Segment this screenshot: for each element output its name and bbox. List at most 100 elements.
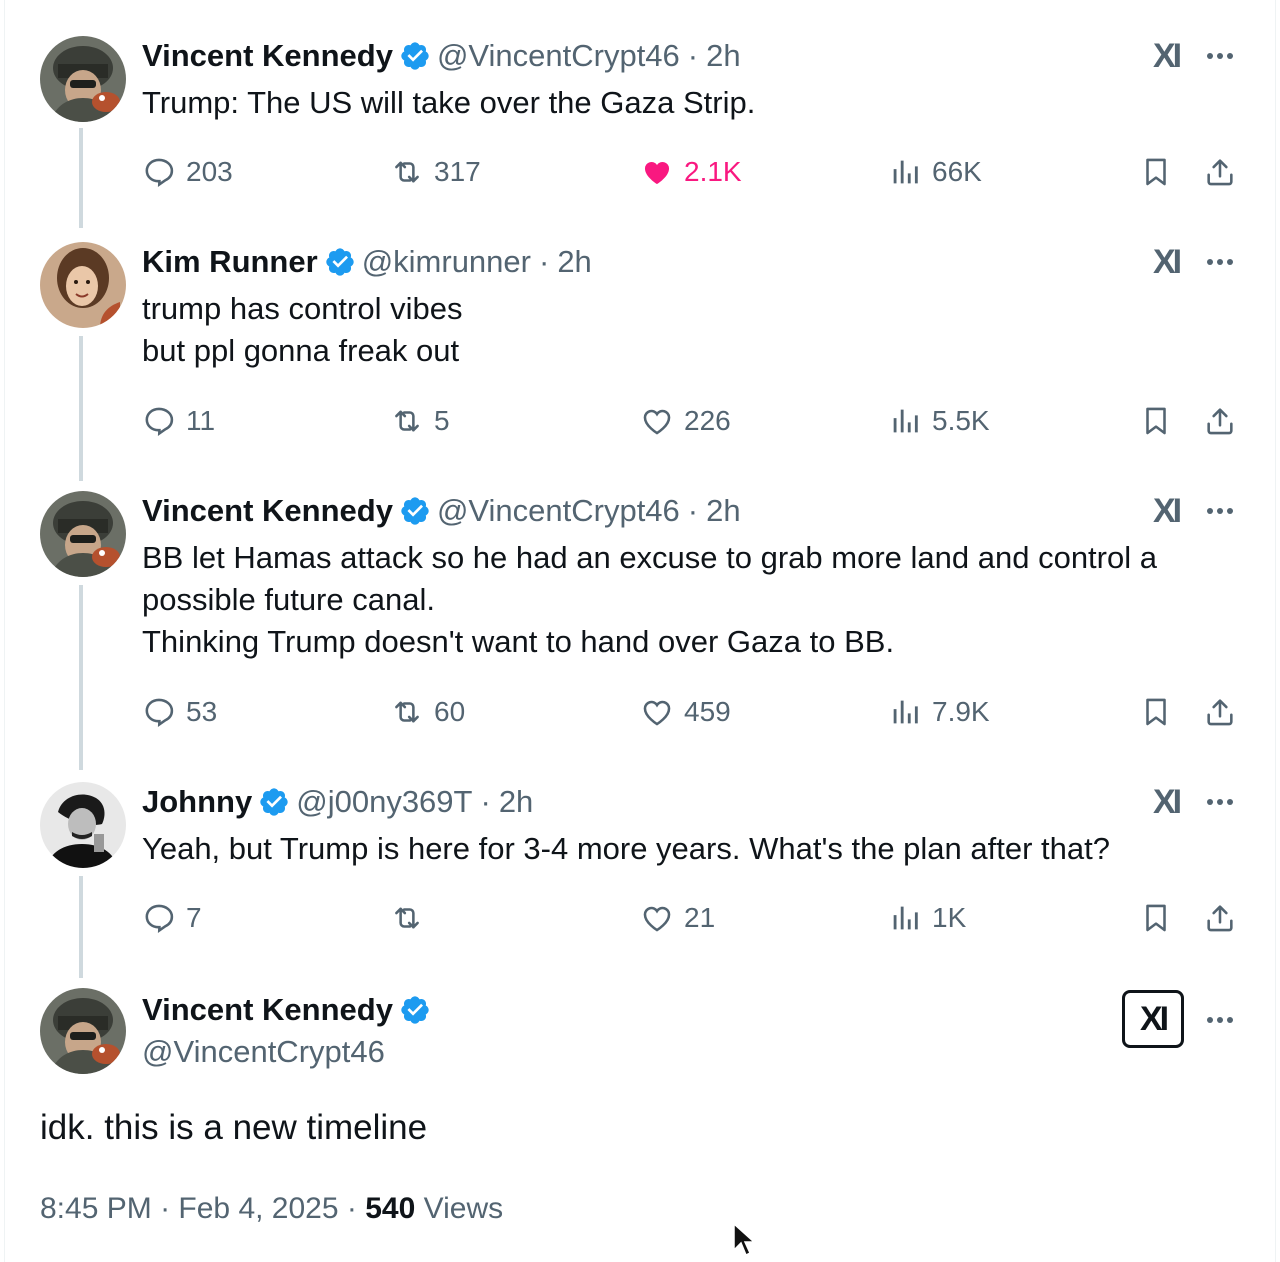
repost-count: 317 <box>434 156 481 187</box>
author-name[interactable]: Vincent Kennedy <box>142 992 393 1028</box>
separator: · <box>160 1192 171 1225</box>
more-icon[interactable] <box>1200 491 1240 531</box>
mouse-cursor-icon <box>732 1222 756 1258</box>
grok-icon[interactable]: XΙ <box>1122 990 1184 1048</box>
like-count: 226 <box>684 405 731 436</box>
avatar[interactable] <box>40 242 126 328</box>
repost-button[interactable]: 317 <box>390 152 481 192</box>
avatar[interactable] <box>40 36 126 122</box>
tweet-text: trump has control vibes but ppl gonna fr… <box>142 288 462 372</box>
tweet-text: Yeah, but Trump is here for 3-4 more yea… <box>142 828 1110 870</box>
views-button[interactable]: 1K <box>888 898 966 938</box>
avatar[interactable] <box>40 988 126 1074</box>
reply-button[interactable]: 7 <box>142 898 202 938</box>
tweet-text-line: possible future canal. <box>142 582 435 617</box>
repost-button[interactable]: 5 <box>390 401 450 441</box>
like-button[interactable]: 226 <box>640 401 731 441</box>
author-handle[interactable]: @kimrunner <box>362 244 531 280</box>
repost-icon <box>390 901 424 935</box>
author-name[interactable]: Vincent Kennedy <box>142 493 393 529</box>
more-icon[interactable] <box>1200 36 1240 76</box>
separator: · <box>687 38 699 73</box>
like-button[interactable]: 2.1K <box>640 152 742 192</box>
share-button[interactable] <box>1200 152 1240 192</box>
timestamp[interactable]: 2h <box>557 244 591 280</box>
views-button[interactable]: 7.9K <box>888 692 990 732</box>
reply-count: 7 <box>186 902 202 933</box>
bookmark-button[interactable] <box>1136 401 1176 441</box>
author-handle[interactable]: @VincentCrypt46 <box>437 38 680 74</box>
reply-button[interactable]: 53 <box>142 692 217 732</box>
repost-icon <box>390 155 424 189</box>
timestamp[interactable]: 2h <box>706 38 740 74</box>
tweet-header: Vincent Kennedy @VincentCrypt46 · 2h <box>142 36 741 76</box>
tweet-text: BB let Hamas attack so he had an excuse … <box>142 537 1157 663</box>
bookmark-button[interactable] <box>1136 898 1176 938</box>
like-button[interactable]: 21 <box>640 898 715 938</box>
bookmark-button[interactable] <box>1136 152 1176 192</box>
tweet-time[interactable]: 8:45 PM <box>40 1192 152 1225</box>
author-name[interactable]: Vincent Kennedy <box>142 38 393 74</box>
like-count: 2.1K <box>684 156 742 187</box>
repost-button[interactable] <box>390 898 434 938</box>
views-count: 540 <box>365 1192 416 1225</box>
grok-icon[interactable]: XΙ <box>1146 782 1186 822</box>
reply-button[interactable]: 11 <box>142 401 215 441</box>
bookmark-icon <box>1139 901 1173 935</box>
share-button[interactable] <box>1200 692 1240 732</box>
share-button[interactable] <box>1200 898 1240 938</box>
bookmark-icon <box>1139 404 1173 438</box>
views-label: Views <box>423 1192 504 1225</box>
reply-icon <box>142 901 176 935</box>
views-button[interactable]: 5.5K <box>888 401 990 441</box>
timestamp[interactable]: 2h <box>499 784 533 820</box>
author-handle[interactable]: @VincentCrypt46 <box>437 493 680 529</box>
thread-line <box>79 585 83 770</box>
action-bar: 203 317 2.1K 66K <box>0 152 1280 192</box>
view-count: 5.5K <box>932 405 990 436</box>
avatar[interactable] <box>40 491 126 577</box>
action-bar: 53 60 459 7.9K <box>0 692 1280 732</box>
like-count: 459 <box>684 696 731 727</box>
repost-button[interactable]: 60 <box>390 692 465 732</box>
more-icon[interactable] <box>1200 1000 1240 1040</box>
action-bar: 7 21 1K <box>0 898 1280 938</box>
share-icon <box>1203 695 1237 729</box>
author-name[interactable]: Kim Runner <box>142 244 318 280</box>
grok-icon[interactable]: XΙ <box>1146 491 1186 531</box>
tweet-text-line: but ppl gonna freak out <box>142 333 460 368</box>
reply-count: 203 <box>186 156 233 187</box>
grok-icon[interactable]: XΙ <box>1146 242 1186 282</box>
share-button[interactable] <box>1200 401 1240 441</box>
tweet-text-line: trump has control vibes <box>142 291 463 326</box>
repost-count: 60 <box>434 696 466 727</box>
bookmark-button[interactable] <box>1136 692 1176 732</box>
heart-icon <box>640 695 674 729</box>
verified-icon <box>399 495 431 527</box>
repost-icon <box>390 404 424 438</box>
like-button[interactable]: 459 <box>640 692 731 732</box>
author-handle[interactable]: @VincentCrypt46 <box>142 1034 385 1070</box>
avatar[interactable] <box>40 782 126 868</box>
reply-count: 53 <box>186 696 218 727</box>
author-handle[interactable]: @j00ny369T <box>296 784 472 820</box>
heart-filled-icon <box>640 155 674 189</box>
verified-icon <box>399 994 431 1026</box>
tweet-date[interactable]: Feb 4, 2025 <box>178 1192 338 1225</box>
tweet-header: Vincent Kennedy @VincentCrypt46 · 2h <box>142 491 741 531</box>
views-button[interactable]: 66K <box>888 152 982 192</box>
tweet-text-line: Trump: The US will take over the Gaza St… <box>142 85 756 120</box>
views-icon <box>888 404 922 438</box>
separator: · <box>538 244 550 279</box>
more-icon[interactable] <box>1200 782 1240 822</box>
reply-count: 11 <box>186 405 216 436</box>
heart-icon <box>640 901 674 935</box>
grok-icon[interactable]: XΙ <box>1146 36 1186 76</box>
share-icon <box>1203 901 1237 935</box>
tweet-text-line: Yeah, but Trump is here for 3-4 more yea… <box>142 831 1110 866</box>
reply-icon <box>142 404 176 438</box>
author-name[interactable]: Johnny <box>142 784 252 820</box>
reply-button[interactable]: 203 <box>142 152 233 192</box>
more-icon[interactable] <box>1200 242 1240 282</box>
timestamp[interactable]: 2h <box>706 493 740 529</box>
